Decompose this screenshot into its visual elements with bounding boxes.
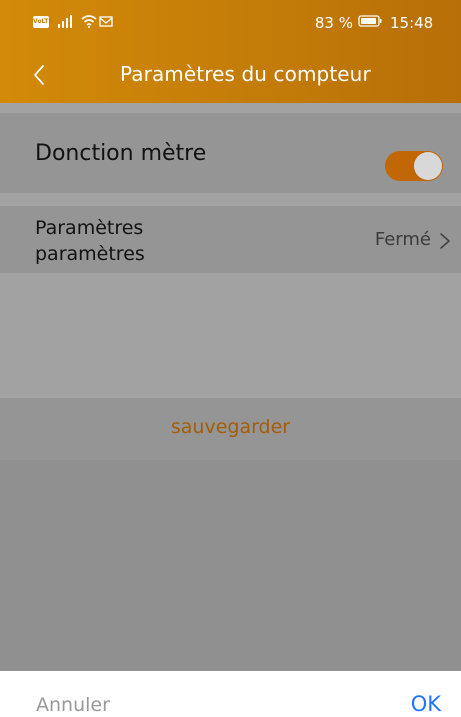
battery-icon bbox=[358, 15, 382, 27]
cancel-button[interactable]: Annuler bbox=[36, 694, 110, 716]
parameters-label-line2: paramètres bbox=[35, 243, 145, 265]
signal-icon bbox=[58, 15, 72, 28]
back-icon[interactable] bbox=[32, 64, 46, 86]
wifi-icon bbox=[81, 15, 97, 28]
empty-overlay-space bbox=[0, 460, 461, 671]
parameters-value: Fermé bbox=[374, 229, 431, 250]
middle-gap bbox=[0, 273, 461, 398]
header: VoLTE 83 % 15:48 Paramètres du compteur bbox=[0, 0, 461, 103]
save-label: sauvegarder bbox=[170, 416, 291, 438]
function-meter-row: Donction mètre bbox=[0, 113, 461, 193]
parameters-label-line1: Paramètres bbox=[35, 217, 144, 239]
chevron-right-icon bbox=[440, 233, 450, 249]
mail-icon bbox=[99, 16, 113, 27]
title-bar: Paramètres du compteur bbox=[0, 52, 461, 103]
parameters-row[interactable]: Paramètres paramètres Fermé bbox=[0, 206, 461, 273]
ok-button[interactable]: OK bbox=[411, 692, 441, 716]
status-time: 15:48 bbox=[390, 14, 434, 32]
meter-settings-screen: VoLTE 83 % 15:48 Paramètres du compteur … bbox=[0, 0, 461, 717]
top-gap bbox=[0, 103, 461, 113]
save-button[interactable]: sauvegarder bbox=[0, 398, 461, 460]
function-meter-toggle[interactable] bbox=[385, 151, 443, 181]
volte-icon: VoLTE bbox=[33, 16, 52, 28]
status-bar: VoLTE 83 % 15:48 bbox=[0, 0, 461, 52]
toggle-knob bbox=[414, 152, 442, 180]
battery-percentage: 83 % bbox=[314, 14, 353, 32]
dialog-actions: Annuler OK bbox=[0, 671, 461, 717]
row-separator bbox=[0, 193, 461, 206]
function-meter-label: Donction mètre bbox=[35, 141, 207, 166]
settings-overlay: Donction mètre Paramètres paramètres Fer… bbox=[0, 103, 461, 671]
page-title: Paramètres du compteur bbox=[120, 62, 371, 86]
